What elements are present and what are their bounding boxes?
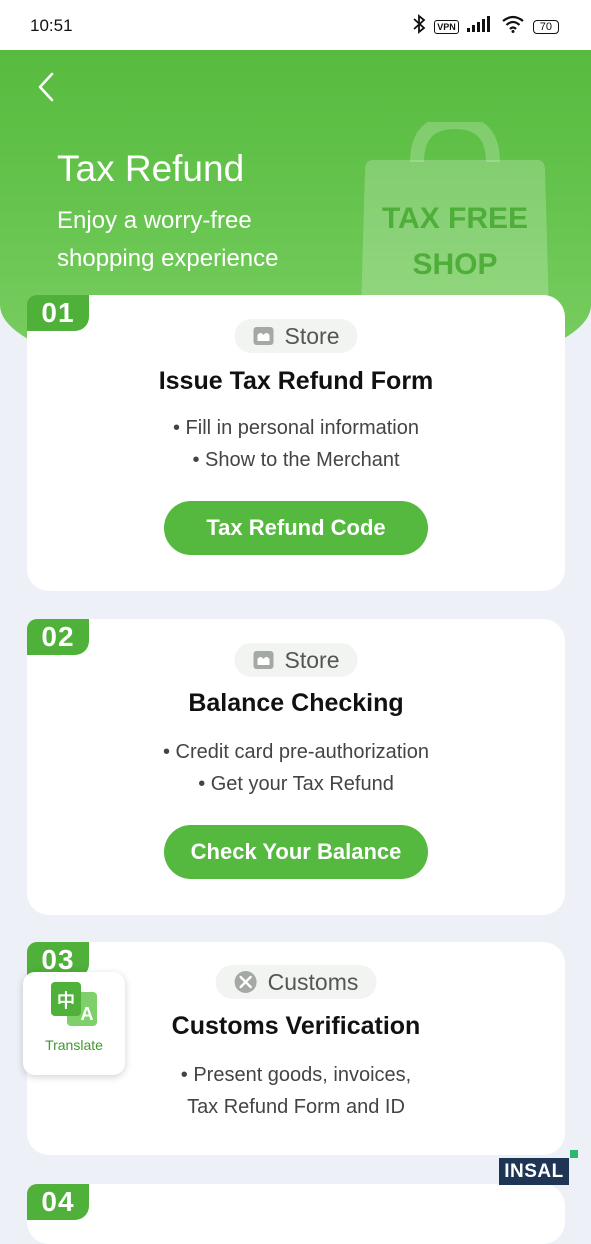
customs-icon [234, 971, 257, 993]
status-bar: 10:51 VPN 70 [0, 0, 591, 50]
signal-icon [466, 16, 493, 37]
store-icon [253, 651, 274, 669]
step-title: Balance Checking [188, 689, 404, 717]
location-tag-label: Store [284, 322, 340, 349]
chevron-left-icon [38, 72, 54, 102]
location-tag: Store [234, 643, 358, 677]
bag-line2: SHOP [412, 248, 497, 281]
step-card-01: 01 Store Issue Tax Refund Form • Fill in… [27, 295, 565, 591]
tax-refund-code-button[interactable]: Tax Refund Code [164, 501, 428, 555]
svg-text:A: A [81, 1004, 94, 1024]
step-bullet: • Get your Tax Refund [198, 773, 394, 795]
status-time: 10:51 [30, 16, 73, 35]
svg-text:中: 中 [57, 990, 75, 1012]
step-bullet: • Fill in personal information [173, 417, 419, 439]
step-card-02: 02 Store Balance Checking • Credit card … [27, 619, 565, 915]
step-number: 02 [27, 619, 89, 655]
watermark-logo: INSAL [499, 1158, 569, 1185]
store-icon [253, 327, 274, 345]
bag-line1: TAX FREE [382, 202, 528, 235]
wifi-icon [501, 15, 525, 38]
bluetooth-icon [412, 14, 426, 39]
step-card-04: 04 [27, 1184, 565, 1244]
vpn-badge: VPN [434, 19, 459, 34]
page-subtitle: Enjoy a worry-free shopping experience [57, 207, 279, 272]
location-tag-label: Store [284, 646, 340, 673]
status-icons: VPN 70 [412, 14, 559, 39]
tax-free-bag-illustration: TAX FREE SHOP [361, 122, 549, 312]
location-tag: Customs [215, 965, 377, 999]
step-number: 01 [27, 295, 89, 331]
step-bullet: • Show to the Merchant [192, 449, 400, 471]
battery-indicator: 70 [532, 19, 559, 34]
step-title: Issue Tax Refund Form [158, 367, 434, 395]
page-title: Tax Refund [57, 148, 245, 189]
location-tag-label: Customs [267, 968, 359, 995]
back-button[interactable] [34, 70, 64, 104]
translate-button[interactable]: 中 A Translate [23, 972, 125, 1075]
translate-icon: 中 A [51, 982, 97, 1026]
step-bullet: • Credit card pre-authorization [162, 741, 429, 763]
step-bullet: Tax Refund Form and ID [187, 1096, 405, 1118]
watermark-accent [570, 1150, 578, 1158]
translate-label: Translate [45, 1037, 103, 1053]
location-tag: Store [234, 319, 358, 353]
check-balance-button[interactable]: Check Your Balance [164, 825, 428, 879]
step-number: 04 [27, 1184, 89, 1220]
